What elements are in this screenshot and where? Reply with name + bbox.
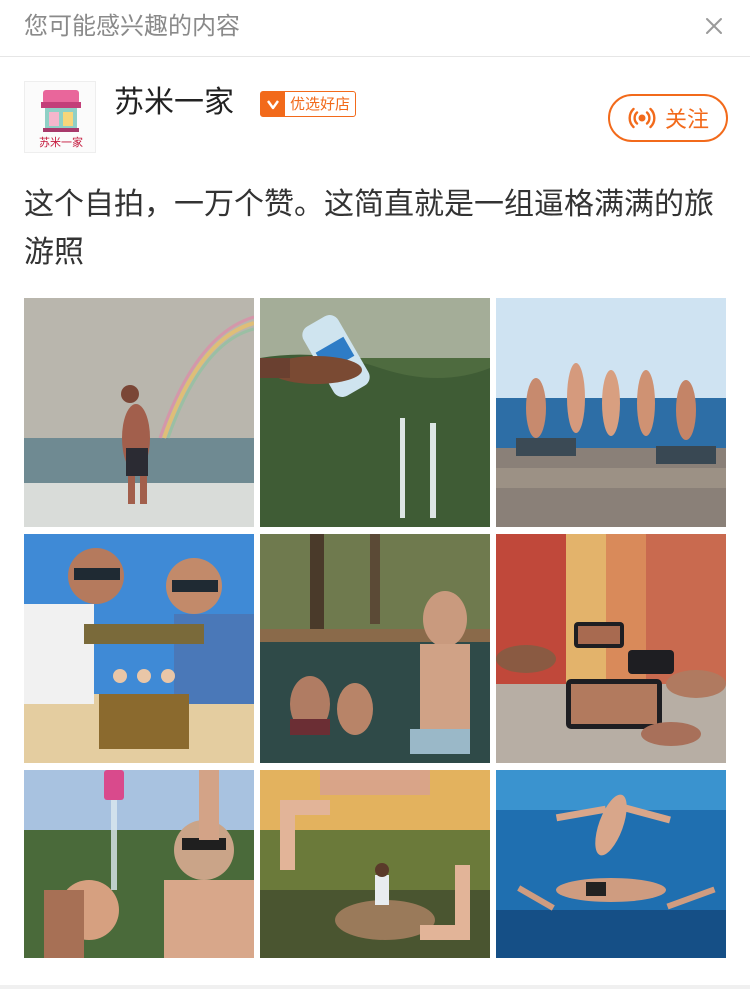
- beach-rainbow-photo[interactable]: [24, 298, 254, 527]
- water-bottle-waterfall-photo[interactable]: [260, 298, 490, 527]
- bottle-pour-photo[interactable]: [24, 770, 254, 958]
- preferred-shop-badge: 优选好店: [260, 91, 357, 117]
- follow-label: 关注: [664, 108, 709, 133]
- group-pose-beach-photo[interactable]: [496, 298, 726, 527]
- avatar-logo-text: 苏米一家: [39, 135, 83, 149]
- follow-button[interactable]: 关注: [608, 94, 728, 142]
- recommended-post-card[interactable]: 苏米一家 苏米一家 优选好店 关注 这个自拍，一万个赞。这简直就是一组逼格满满的…: [0, 57, 750, 989]
- badge-label: 优选好店: [290, 95, 351, 113]
- author-name[interactable]: 苏米一家: [114, 83, 234, 123]
- v-check-icon: [261, 92, 285, 116]
- top-bar: 您可能感兴趣的内容: [0, 0, 750, 57]
- split-underwater-jungle-photo[interactable]: [260, 534, 490, 763]
- close-icon[interactable]: [700, 12, 728, 40]
- photo-grid: [24, 298, 726, 958]
- broadcast-icon: [627, 103, 657, 133]
- underwater-stack-photo[interactable]: [496, 770, 726, 958]
- section-title: 您可能感兴趣的内容: [24, 12, 240, 40]
- author-avatar[interactable]: 苏米一家: [24, 81, 96, 153]
- phone-street-photo[interactable]: [496, 534, 726, 763]
- post-text[interactable]: 这个自拍，一万个赞。这简直就是一组逼格满满的旅游照: [24, 181, 726, 277]
- treasure-chest-beach-photo[interactable]: [24, 534, 254, 763]
- finger-frame-photo[interactable]: [260, 770, 490, 958]
- divider: [0, 985, 750, 989]
